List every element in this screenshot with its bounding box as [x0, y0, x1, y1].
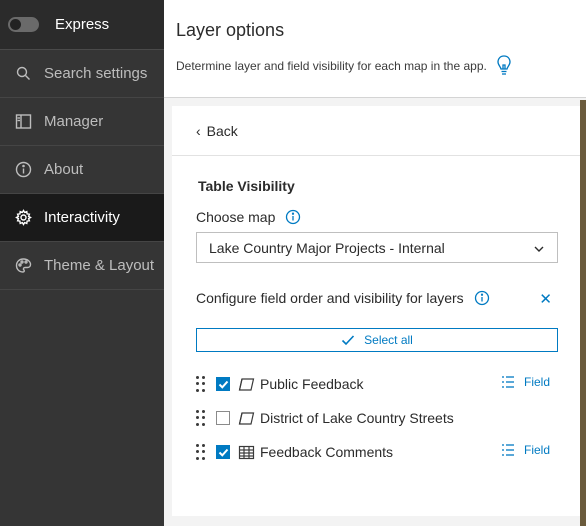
back-button[interactable]: ‹ Back — [172, 106, 580, 156]
layer-row: Feedback Comments Field — [196, 441, 558, 463]
sidebar-item-label: About — [44, 161, 84, 178]
layer-row: District of Lake Country Streets — [196, 407, 558, 429]
choose-map-label: Choose map — [196, 209, 276, 225]
express-toggle[interactable] — [8, 17, 39, 32]
drag-handle-icon[interactable] — [196, 410, 206, 426]
express-toggle-row[interactable]: Express — [0, 0, 164, 50]
search-icon — [15, 65, 32, 82]
select-all-button[interactable]: Select all — [196, 328, 558, 352]
chevron-left-icon: ‹ — [196, 122, 201, 139]
layer-name: Feedback Comments — [260, 444, 394, 460]
sidebar-item-label: Interactivity — [44, 209, 120, 226]
sidebar-item-label: Manager — [44, 113, 104, 130]
gear-icon — [15, 209, 32, 226]
toggle-knob — [10, 19, 21, 30]
express-label: Express — [55, 16, 110, 33]
info-icon — [15, 161, 32, 178]
info-icon[interactable] — [285, 209, 301, 225]
checkmark-icon — [342, 335, 355, 346]
sidebar-item-theme-layout[interactable]: Theme & Layout — [0, 242, 164, 290]
info-icon[interactable] — [474, 290, 490, 306]
selected-map-value: Lake Country Major Projects - Internal — [209, 239, 445, 256]
layer-options-card: ‹ Back Table Visibility Choose map Lake … — [172, 106, 580, 516]
section-title: Table Visibility — [198, 178, 295, 194]
choose-map-select[interactable]: Lake Country Major Projects - Internal — [196, 232, 558, 263]
sidebar-item-about[interactable]: About — [0, 146, 164, 194]
lightbulb-icon[interactable] — [495, 54, 513, 78]
page-description: Determine layer and field visibility for… — [176, 59, 487, 73]
palette-icon — [15, 257, 32, 274]
list-icon — [501, 444, 514, 456]
drag-handle-icon[interactable] — [196, 444, 206, 460]
sidebar-item-label: Search settings — [44, 65, 148, 82]
sidebar: Express Search settings Manager About In… — [0, 0, 164, 526]
field-label: Field — [523, 443, 550, 457]
page-title: Layer options — [176, 20, 285, 40]
polygon-layer-icon — [238, 411, 255, 426]
back-label: Back — [206, 122, 238, 139]
table-icon — [238, 445, 255, 460]
layer-checkbox[interactable] — [216, 377, 230, 391]
select-all-label: Select all — [364, 333, 413, 347]
list-icon — [501, 376, 514, 388]
panel-header: Layer options Determine layer and field … — [164, 0, 586, 98]
sidebar-item-label: Theme & Layout — [44, 257, 155, 274]
layer-checkbox[interactable] — [216, 411, 230, 425]
description-row: Determine layer and field visibility for… — [176, 54, 586, 78]
polygon-layer-icon — [238, 377, 255, 392]
config-label: Configure field order and visibility for… — [196, 290, 464, 306]
layer-name: Public Feedback — [260, 376, 364, 392]
sidebar-item-search-settings[interactable]: Search settings — [0, 50, 164, 98]
config-label-row: Configure field order and visibility for… — [196, 290, 558, 308]
close-icon[interactable]: ✕ — [539, 290, 552, 308]
sidebar-item-interactivity[interactable]: Interactivity — [0, 194, 164, 242]
layer-name: District of Lake Country Streets — [260, 410, 454, 426]
layer-row: Public Feedback Field — [196, 373, 558, 395]
sidebar-layout-icon — [15, 113, 32, 130]
field-label: Field — [523, 375, 550, 389]
choose-map-label-row: Choose map — [196, 209, 301, 225]
layer-checkbox[interactable] — [216, 445, 230, 459]
chevron-down-icon — [533, 242, 545, 254]
field-button[interactable]: Field — [500, 374, 550, 390]
field-button[interactable]: Field — [500, 442, 550, 458]
drag-handle-icon[interactable] — [196, 376, 206, 392]
sidebar-item-manager[interactable]: Manager — [0, 98, 164, 146]
map-edge-strip — [580, 100, 586, 526]
